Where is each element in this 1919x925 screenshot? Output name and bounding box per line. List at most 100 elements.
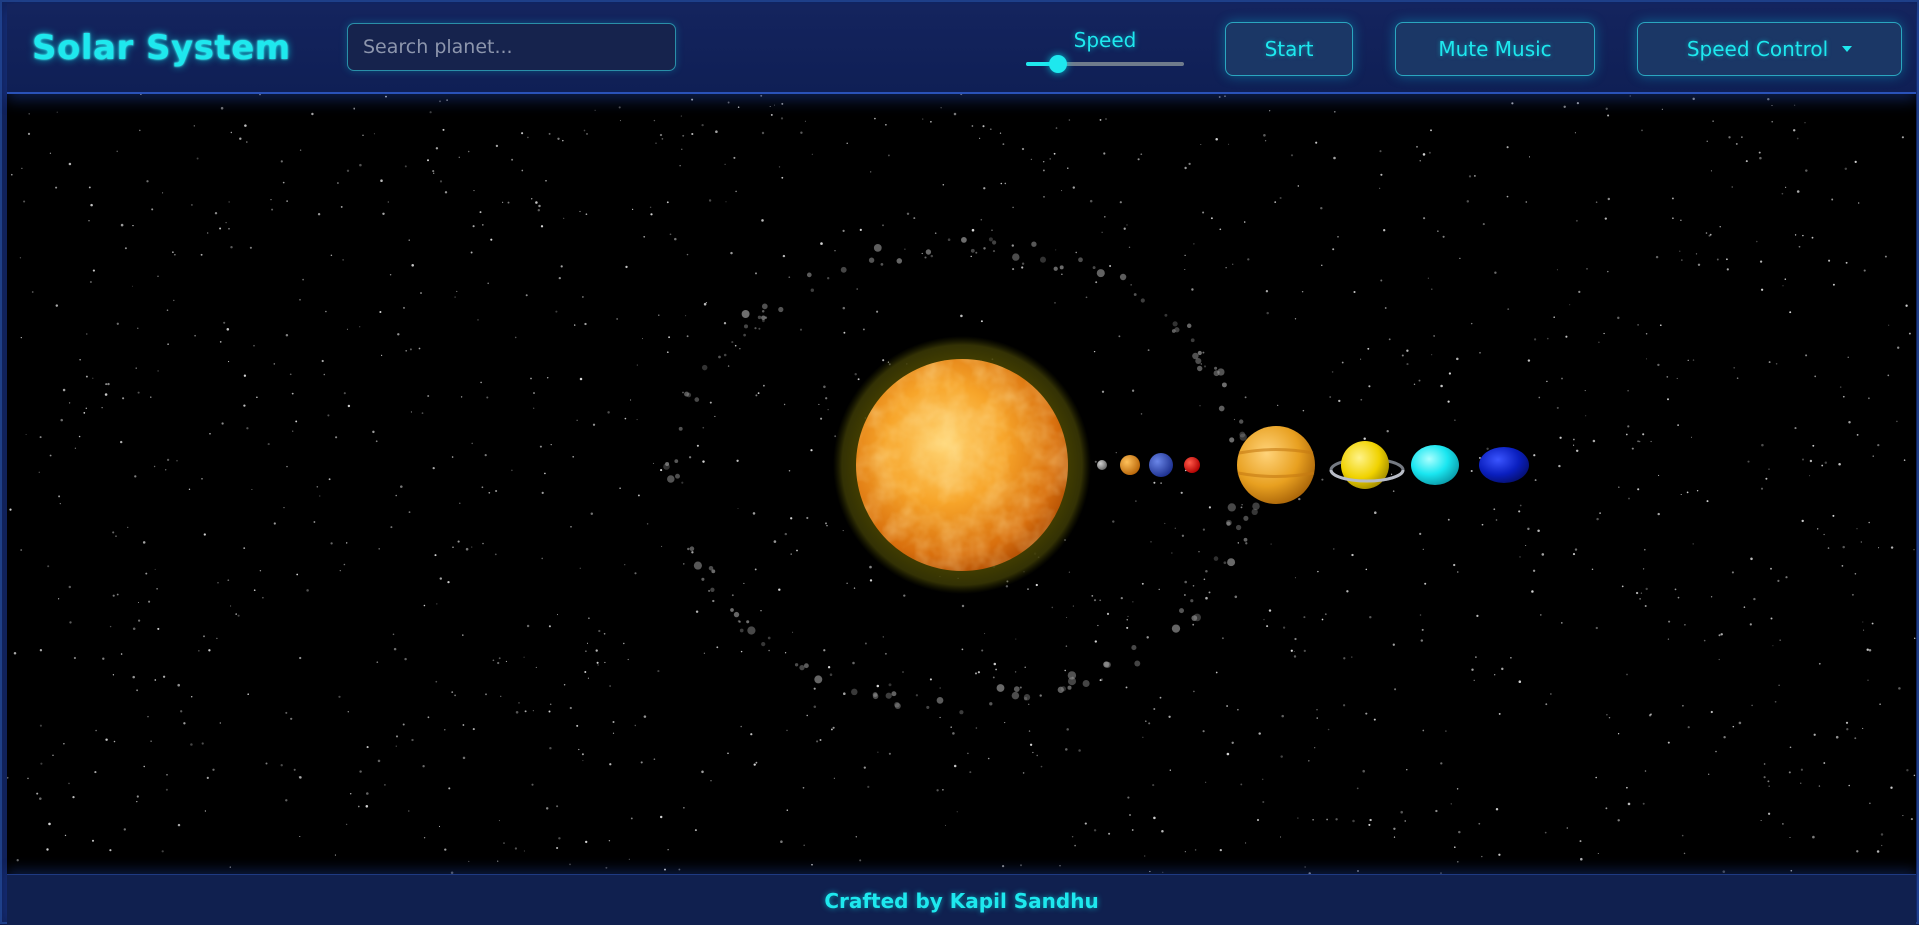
- star: [481, 224, 484, 226]
- footer-credit: Crafted by Kapil Sandhu: [824, 889, 1099, 913]
- star: [1014, 671, 1017, 673]
- star: [623, 642, 625, 645]
- star: [1231, 741, 1234, 744]
- star: [328, 478, 331, 481]
- star: [1192, 585, 1195, 587]
- star: [558, 276, 561, 280]
- star: [228, 361, 230, 363]
- star: [952, 732, 955, 735]
- search-planet-input[interactable]: [347, 23, 676, 71]
- planet-saturn[interactable]: [1329, 441, 1405, 489]
- star: [290, 717, 293, 720]
- star: [335, 436, 338, 439]
- star: [299, 149, 302, 151]
- planet-neptune[interactable]: [1479, 447, 1529, 483]
- star: [1169, 769, 1171, 771]
- star: [1605, 807, 1608, 810]
- star: [52, 754, 54, 757]
- star: [1771, 104, 1773, 107]
- star: [682, 134, 685, 137]
- speed-slider[interactable]: [1026, 55, 1184, 73]
- star: [1687, 359, 1689, 361]
- speed-slider-thumb[interactable]: [1048, 55, 1067, 73]
- star: [1208, 591, 1211, 594]
- asteroid: [885, 692, 892, 699]
- star: [1202, 211, 1205, 214]
- star: [714, 415, 716, 417]
- star: [1821, 464, 1824, 467]
- star: [579, 567, 582, 570]
- star: [1261, 778, 1264, 781]
- star: [1351, 553, 1354, 557]
- asteroid: [894, 702, 901, 710]
- star: [1475, 656, 1477, 658]
- star: [1709, 233, 1712, 236]
- star: [1644, 605, 1647, 607]
- star: [162, 192, 164, 194]
- star: [743, 582, 745, 584]
- star: [1478, 822, 1481, 825]
- asteroid: [767, 636, 771, 640]
- star: [1153, 481, 1156, 484]
- star: [9, 508, 12, 511]
- star: [230, 245, 233, 249]
- asteroid: [827, 277, 830, 280]
- star: [983, 247, 986, 250]
- asteroid: [689, 546, 695, 551]
- star: [188, 488, 191, 491]
- planet-venus[interactable]: [1120, 455, 1140, 475]
- star: [1789, 746, 1792, 749]
- star: [1279, 196, 1282, 200]
- start-button[interactable]: Start: [1225, 22, 1353, 76]
- sun[interactable]: [833, 336, 1091, 594]
- star: [433, 172, 435, 174]
- star: [1745, 160, 1748, 163]
- star: [527, 136, 529, 139]
- star: [243, 404, 246, 407]
- planet-uranus[interactable]: [1411, 445, 1459, 485]
- star: [971, 125, 974, 127]
- star: [1645, 587, 1648, 591]
- star: [557, 137, 560, 140]
- asteroid: [930, 254, 934, 258]
- star: [373, 133, 375, 135]
- star: [1782, 823, 1784, 825]
- mute-music-button[interactable]: Mute Music: [1395, 22, 1595, 76]
- star: [1199, 405, 1201, 407]
- planet-mars[interactable]: [1184, 457, 1200, 473]
- star: [783, 403, 786, 406]
- star: [20, 337, 22, 339]
- star: [1890, 546, 1894, 549]
- speed-control-dropdown[interactable]: Speed Control: [1637, 22, 1902, 76]
- star: [1061, 273, 1063, 275]
- star: [657, 670, 660, 673]
- star: [1329, 396, 1332, 398]
- planet-mercury[interactable]: [1097, 460, 1107, 470]
- star: [1422, 548, 1424, 550]
- star: [204, 810, 207, 812]
- asteroid: [947, 238, 951, 241]
- star: [1304, 866, 1306, 868]
- star: [507, 201, 510, 204]
- star: [1706, 500, 1709, 503]
- planet-jupiter[interactable]: [1237, 426, 1315, 504]
- star: [220, 106, 224, 110]
- star: [83, 412, 86, 414]
- asteroid: [991, 240, 997, 245]
- asteroid: [1186, 323, 1192, 329]
- star: [811, 153, 813, 155]
- star: [1404, 820, 1406, 822]
- star: [1625, 433, 1628, 436]
- star: [208, 649, 211, 652]
- star: [1768, 785, 1770, 787]
- star: [132, 224, 134, 227]
- planet-earth[interactable]: [1149, 453, 1173, 477]
- star: [1290, 154, 1294, 157]
- star: [1645, 333, 1648, 335]
- star: [563, 217, 565, 219]
- star: [696, 444, 699, 447]
- solar-system-canvas[interactable]: [7, 94, 1916, 874]
- star: [1637, 440, 1640, 443]
- star: [1020, 864, 1022, 867]
- asteroid: [799, 664, 805, 671]
